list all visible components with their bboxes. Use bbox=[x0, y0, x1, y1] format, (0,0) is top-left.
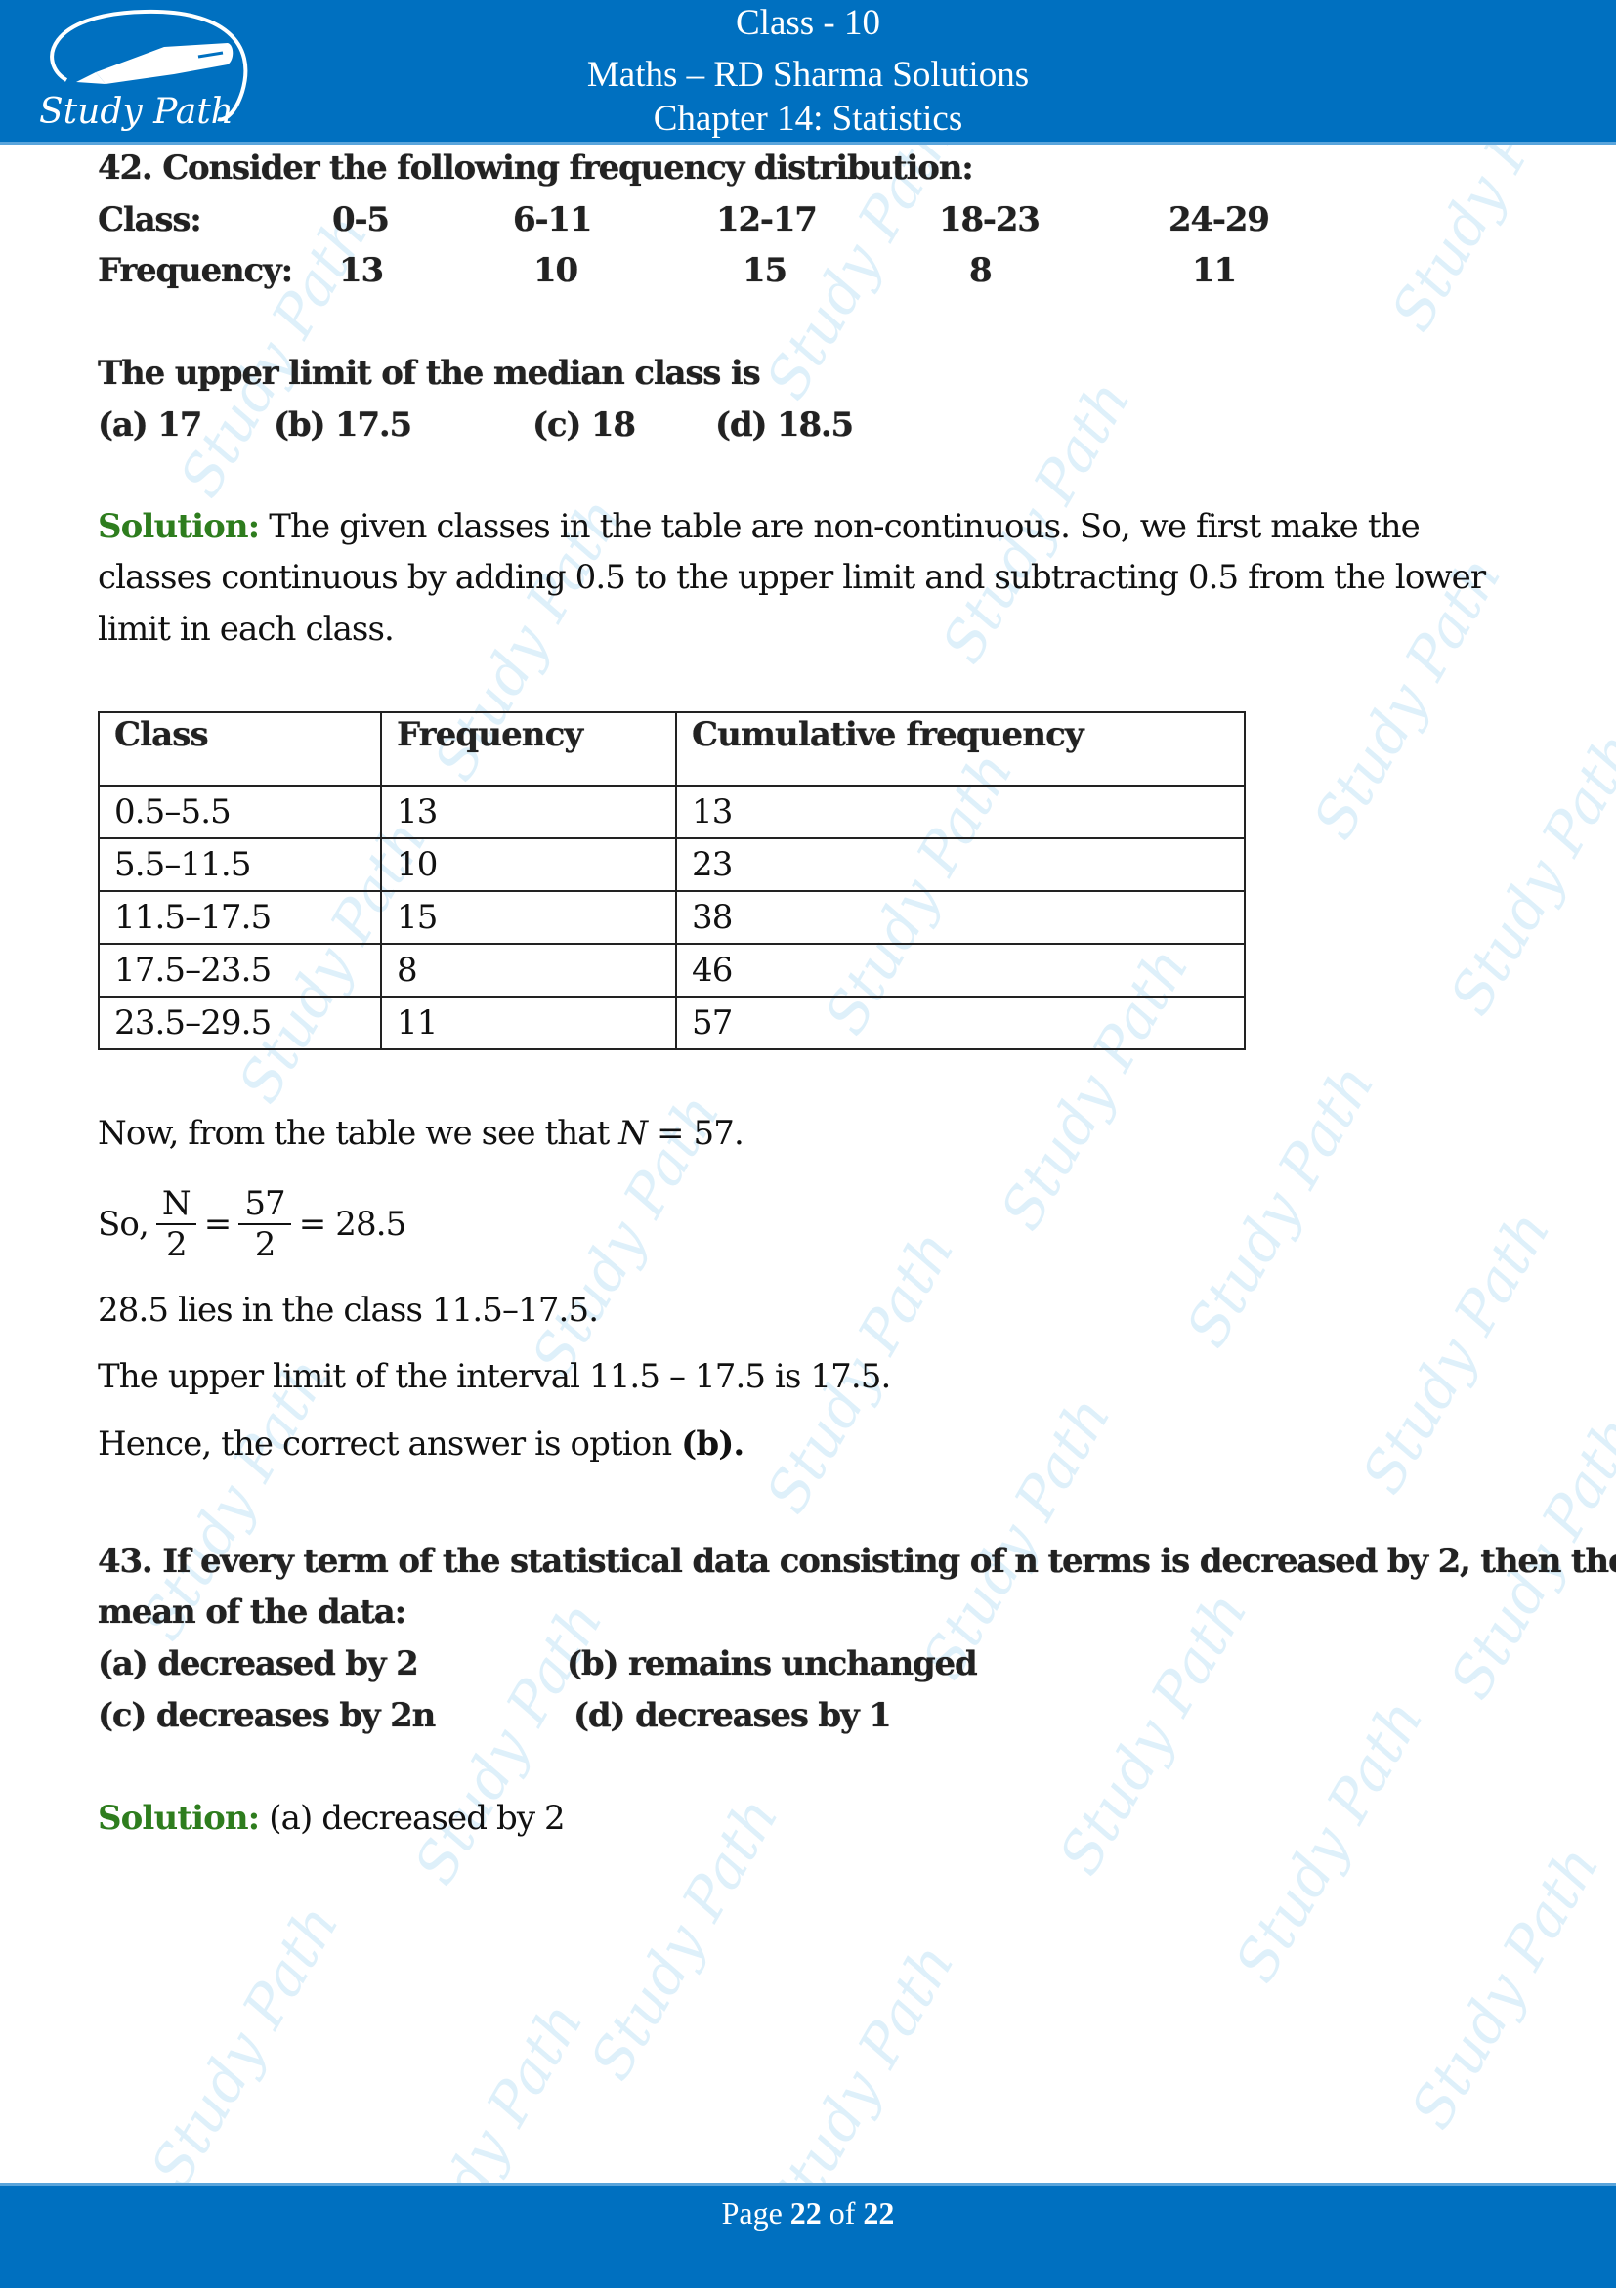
q42-frequency: 11 bbox=[1192, 251, 1237, 290]
fraction-denominator: 2 bbox=[165, 1225, 188, 1264]
n-line-value: = 57. bbox=[647, 1114, 744, 1153]
cell-cumulative: 57 bbox=[675, 996, 1246, 1050]
equals-sign: = bbox=[203, 1205, 232, 1244]
n-variable: N bbox=[618, 1114, 648, 1153]
header-chapter: Chapter 14: Statistics bbox=[653, 99, 963, 139]
fraction-numerator: 57 bbox=[238, 1184, 291, 1225]
q42-solution-line-2: classes continuous by adding 0.5 to the … bbox=[98, 558, 1486, 597]
answer-option: (b). bbox=[681, 1424, 744, 1464]
median-class-line: 28.5 lies in the class 11.5–17.5. bbox=[98, 1291, 599, 1330]
q42-class-label: Class: bbox=[98, 200, 202, 239]
solution-text: (a) decreased by 2 bbox=[259, 1799, 565, 1838]
page-header: Study Path Class - 10 Maths – RD Sharma … bbox=[0, 0, 1616, 145]
median-position-result: = 28.5 bbox=[298, 1205, 407, 1244]
cell-frequency: 10 bbox=[380, 837, 677, 892]
solution-label: Solution: bbox=[98, 507, 260, 546]
q43-option-a: (a) decreased by 2 bbox=[98, 1644, 419, 1683]
q42-solution-line-1: Solution: The given classes in the table… bbox=[98, 507, 1421, 546]
upper-limit-line: The upper limit of the interval 11.5 – 1… bbox=[98, 1357, 891, 1396]
q42-class: 24-29 bbox=[1169, 200, 1270, 239]
header-subject: Maths – RD Sharma Solutions bbox=[586, 55, 1030, 95]
watermark: Study Path bbox=[576, 1786, 791, 2091]
solution-label: Solution: bbox=[98, 1799, 260, 1838]
watermark: Study Path bbox=[1221, 1688, 1436, 1993]
q42-frequency: 8 bbox=[969, 251, 993, 290]
page-number: Page 22 of 22 bbox=[0, 2193, 1616, 2232]
q43-option-b: (b) remains unchanged bbox=[567, 1644, 978, 1683]
cell-class: 23.5–29.5 bbox=[98, 996, 382, 1050]
q42-solution-line-3: limit in each class. bbox=[98, 610, 395, 649]
q42-prompt: The upper limit of the median class is bbox=[98, 354, 761, 393]
header-class: Class - 10 bbox=[736, 3, 880, 43]
page-label: Page bbox=[721, 2195, 790, 2231]
n-value-line: Now, from the table we see that N = 57. bbox=[98, 1114, 744, 1153]
total-pages: 22 bbox=[863, 2195, 895, 2231]
cell-frequency: 15 bbox=[380, 890, 677, 945]
solution-text: The given classes in the table are non-c… bbox=[259, 507, 1420, 546]
fraction-numerator: N bbox=[155, 1184, 196, 1225]
so-prefix: So, bbox=[98, 1205, 149, 1244]
fraction-denominator: 2 bbox=[254, 1225, 276, 1264]
q43-title-line-2: mean of the data: bbox=[98, 1593, 406, 1632]
column-header-frequency: Frequency bbox=[380, 711, 677, 787]
table-header-row: Class Frequency Cumulative frequency bbox=[98, 711, 1246, 787]
cell-cumulative: 13 bbox=[675, 785, 1246, 839]
cell-frequency: 8 bbox=[380, 943, 677, 998]
answer-text: Hence, the correct answer is option bbox=[98, 1424, 682, 1464]
watermark: Study Path bbox=[1436, 721, 1616, 1026]
table-row: 17.5–23.5 8 46 bbox=[98, 943, 1246, 998]
cell-class: 11.5–17.5 bbox=[98, 890, 382, 945]
column-header-cumulative-frequency: Cumulative frequency bbox=[675, 711, 1246, 787]
q42-option-c: (c) 18 bbox=[532, 405, 636, 445]
q42-frequency-label: Frequency: bbox=[98, 251, 293, 290]
table-row: 5.5–11.5 10 23 bbox=[98, 837, 1246, 892]
q43-title-line-1: 43. If every term of the statistical dat… bbox=[98, 1542, 1616, 1581]
q42-option-b: (b) 17.5 bbox=[274, 405, 412, 445]
cell-class: 0.5–5.5 bbox=[98, 785, 382, 839]
cumulative-frequency-table: Class Frequency Cumulative frequency 0.5… bbox=[98, 711, 1246, 1050]
fraction-57-over-2: 57 2 bbox=[238, 1184, 291, 1264]
watermark: Study Path bbox=[1045, 1581, 1260, 1886]
q42-option-d: (d) 18.5 bbox=[715, 405, 854, 445]
q42-option-a: (a) 17 bbox=[98, 405, 202, 445]
q42-class: 18-23 bbox=[939, 200, 1041, 239]
table-row: 0.5–5.5 13 13 bbox=[98, 785, 1246, 839]
q43-solution: Solution: (a) decreased by 2 bbox=[98, 1799, 566, 1838]
cell-class: 5.5–11.5 bbox=[98, 837, 382, 892]
cell-cumulative: 38 bbox=[675, 890, 1246, 945]
q42-class: 12-17 bbox=[716, 200, 818, 239]
q42-class: 6-11 bbox=[513, 200, 593, 239]
page-footer: Page 22 of 22 bbox=[0, 2183, 1616, 2288]
current-page: 22 bbox=[789, 2195, 822, 2231]
watermark: Study Path bbox=[1172, 1053, 1387, 1358]
q42-frequency: 13 bbox=[339, 251, 384, 290]
page-of: of bbox=[821, 2195, 864, 2231]
q42-frequency: 10 bbox=[533, 251, 578, 290]
table-row: 23.5–29.5 11 57 bbox=[98, 996, 1246, 1050]
q42-class: 0-5 bbox=[332, 200, 390, 239]
watermark: Study Path bbox=[1348, 1200, 1563, 1505]
column-header-class: Class bbox=[98, 711, 382, 787]
median-fraction-line: So, N 2 = 57 2 = 28.5 bbox=[98, 1184, 407, 1264]
q42-title: 42. Consider the following frequency dis… bbox=[98, 149, 974, 188]
q43-option-d: (d) decreases by 1 bbox=[574, 1696, 892, 1735]
watermark: Study Path bbox=[401, 1591, 616, 1895]
answer-line: Hence, the correct answer is option (b). bbox=[98, 1424, 744, 1464]
q42-frequency: 15 bbox=[743, 251, 787, 290]
cell-frequency: 11 bbox=[380, 996, 677, 1050]
cell-cumulative: 46 bbox=[675, 943, 1246, 998]
cell-cumulative: 23 bbox=[675, 837, 1246, 892]
cell-frequency: 13 bbox=[380, 785, 677, 839]
fraction-n-over-2: N2 bbox=[155, 1184, 196, 1264]
table-row: 11.5–17.5 15 38 bbox=[98, 890, 1246, 945]
cell-class: 17.5–23.5 bbox=[98, 943, 382, 998]
watermark: Study Path bbox=[137, 1893, 352, 2198]
q43-option-c: (c) decreases by 2n bbox=[98, 1696, 436, 1735]
watermark: Study Path bbox=[1397, 1835, 1612, 2140]
n-line-text: Now, from the table we see that bbox=[98, 1114, 619, 1153]
